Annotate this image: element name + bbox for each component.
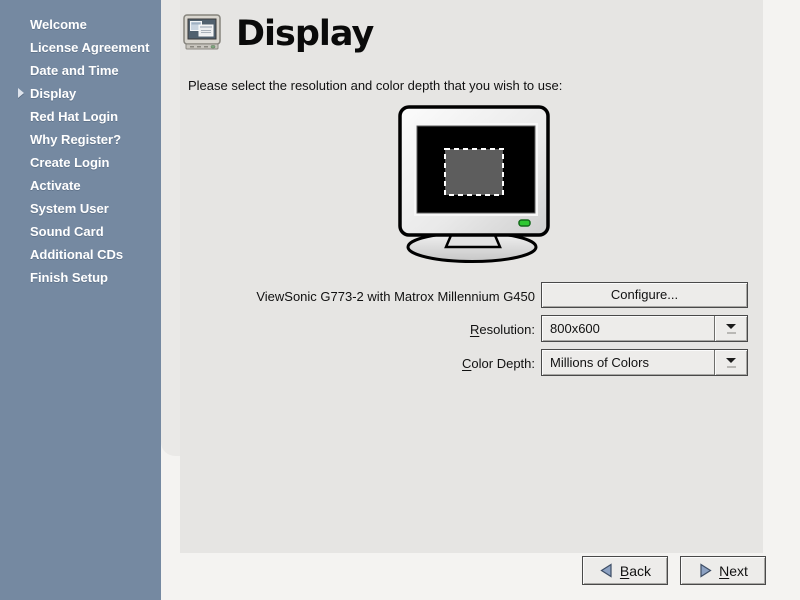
background-sheet-edge	[161, 0, 180, 456]
sidebar-item-sound-card: Sound Card	[0, 220, 161, 243]
resolution-selected-value: 800x600	[542, 316, 714, 341]
sidebar-item-display: Display	[0, 82, 161, 105]
setup-steps-sidebar: Welcome License Agreement Date and Time …	[0, 0, 161, 600]
next-button-label: Next	[719, 563, 748, 579]
page-title: Display	[236, 14, 373, 54]
setup-steps-list: Welcome License Agreement Date and Time …	[0, 0, 161, 289]
chevron-down-icon	[714, 316, 747, 341]
color-depth-label: Color Depth:	[180, 356, 535, 371]
configure-button[interactable]: Configure...	[541, 282, 748, 308]
sidebar-item-welcome: Welcome	[0, 13, 161, 36]
sidebar-item-system-user: System User	[0, 197, 161, 220]
back-button[interactable]: Back	[582, 556, 668, 585]
color-depth-selected-value: Millions of Colors	[542, 350, 714, 375]
chevron-down-icon	[714, 350, 747, 375]
sidebar-item-date-and-time: Date and Time	[0, 59, 161, 82]
sidebar-item-red-hat-login: Red Hat Login	[0, 105, 161, 128]
monitor-power-led	[519, 220, 530, 226]
next-button[interactable]: Next	[680, 556, 766, 585]
back-button-label: Back	[620, 563, 651, 579]
next-arrow-icon	[698, 563, 713, 578]
crt-monitor-preview-illustration	[394, 103, 554, 265]
selected-resolution-area	[445, 149, 503, 195]
sidebar-item-license-agreement: License Agreement	[0, 36, 161, 59]
sidebar-item-additional-cds: Additional CDs	[0, 243, 161, 266]
sidebar-item-create-login: Create Login	[0, 151, 161, 174]
resolution-select[interactable]: 800x600	[541, 315, 748, 342]
display-monitor-icon	[181, 12, 223, 54]
back-arrow-icon	[599, 563, 614, 578]
color-depth-select[interactable]: Millions of Colors	[541, 349, 748, 376]
sidebar-item-activate: Activate	[0, 174, 161, 197]
resolution-label: Resolution:	[180, 322, 535, 337]
active-step-arrow-icon	[18, 88, 24, 98]
device-label: ViewSonic G773-2 with Matrox Millennium …	[180, 289, 535, 304]
instruction-text: Please select the resolution and color d…	[188, 78, 562, 93]
sidebar-item-why-register: Why Register?	[0, 128, 161, 151]
sidebar-item-finish-setup: Finish Setup	[0, 266, 161, 289]
